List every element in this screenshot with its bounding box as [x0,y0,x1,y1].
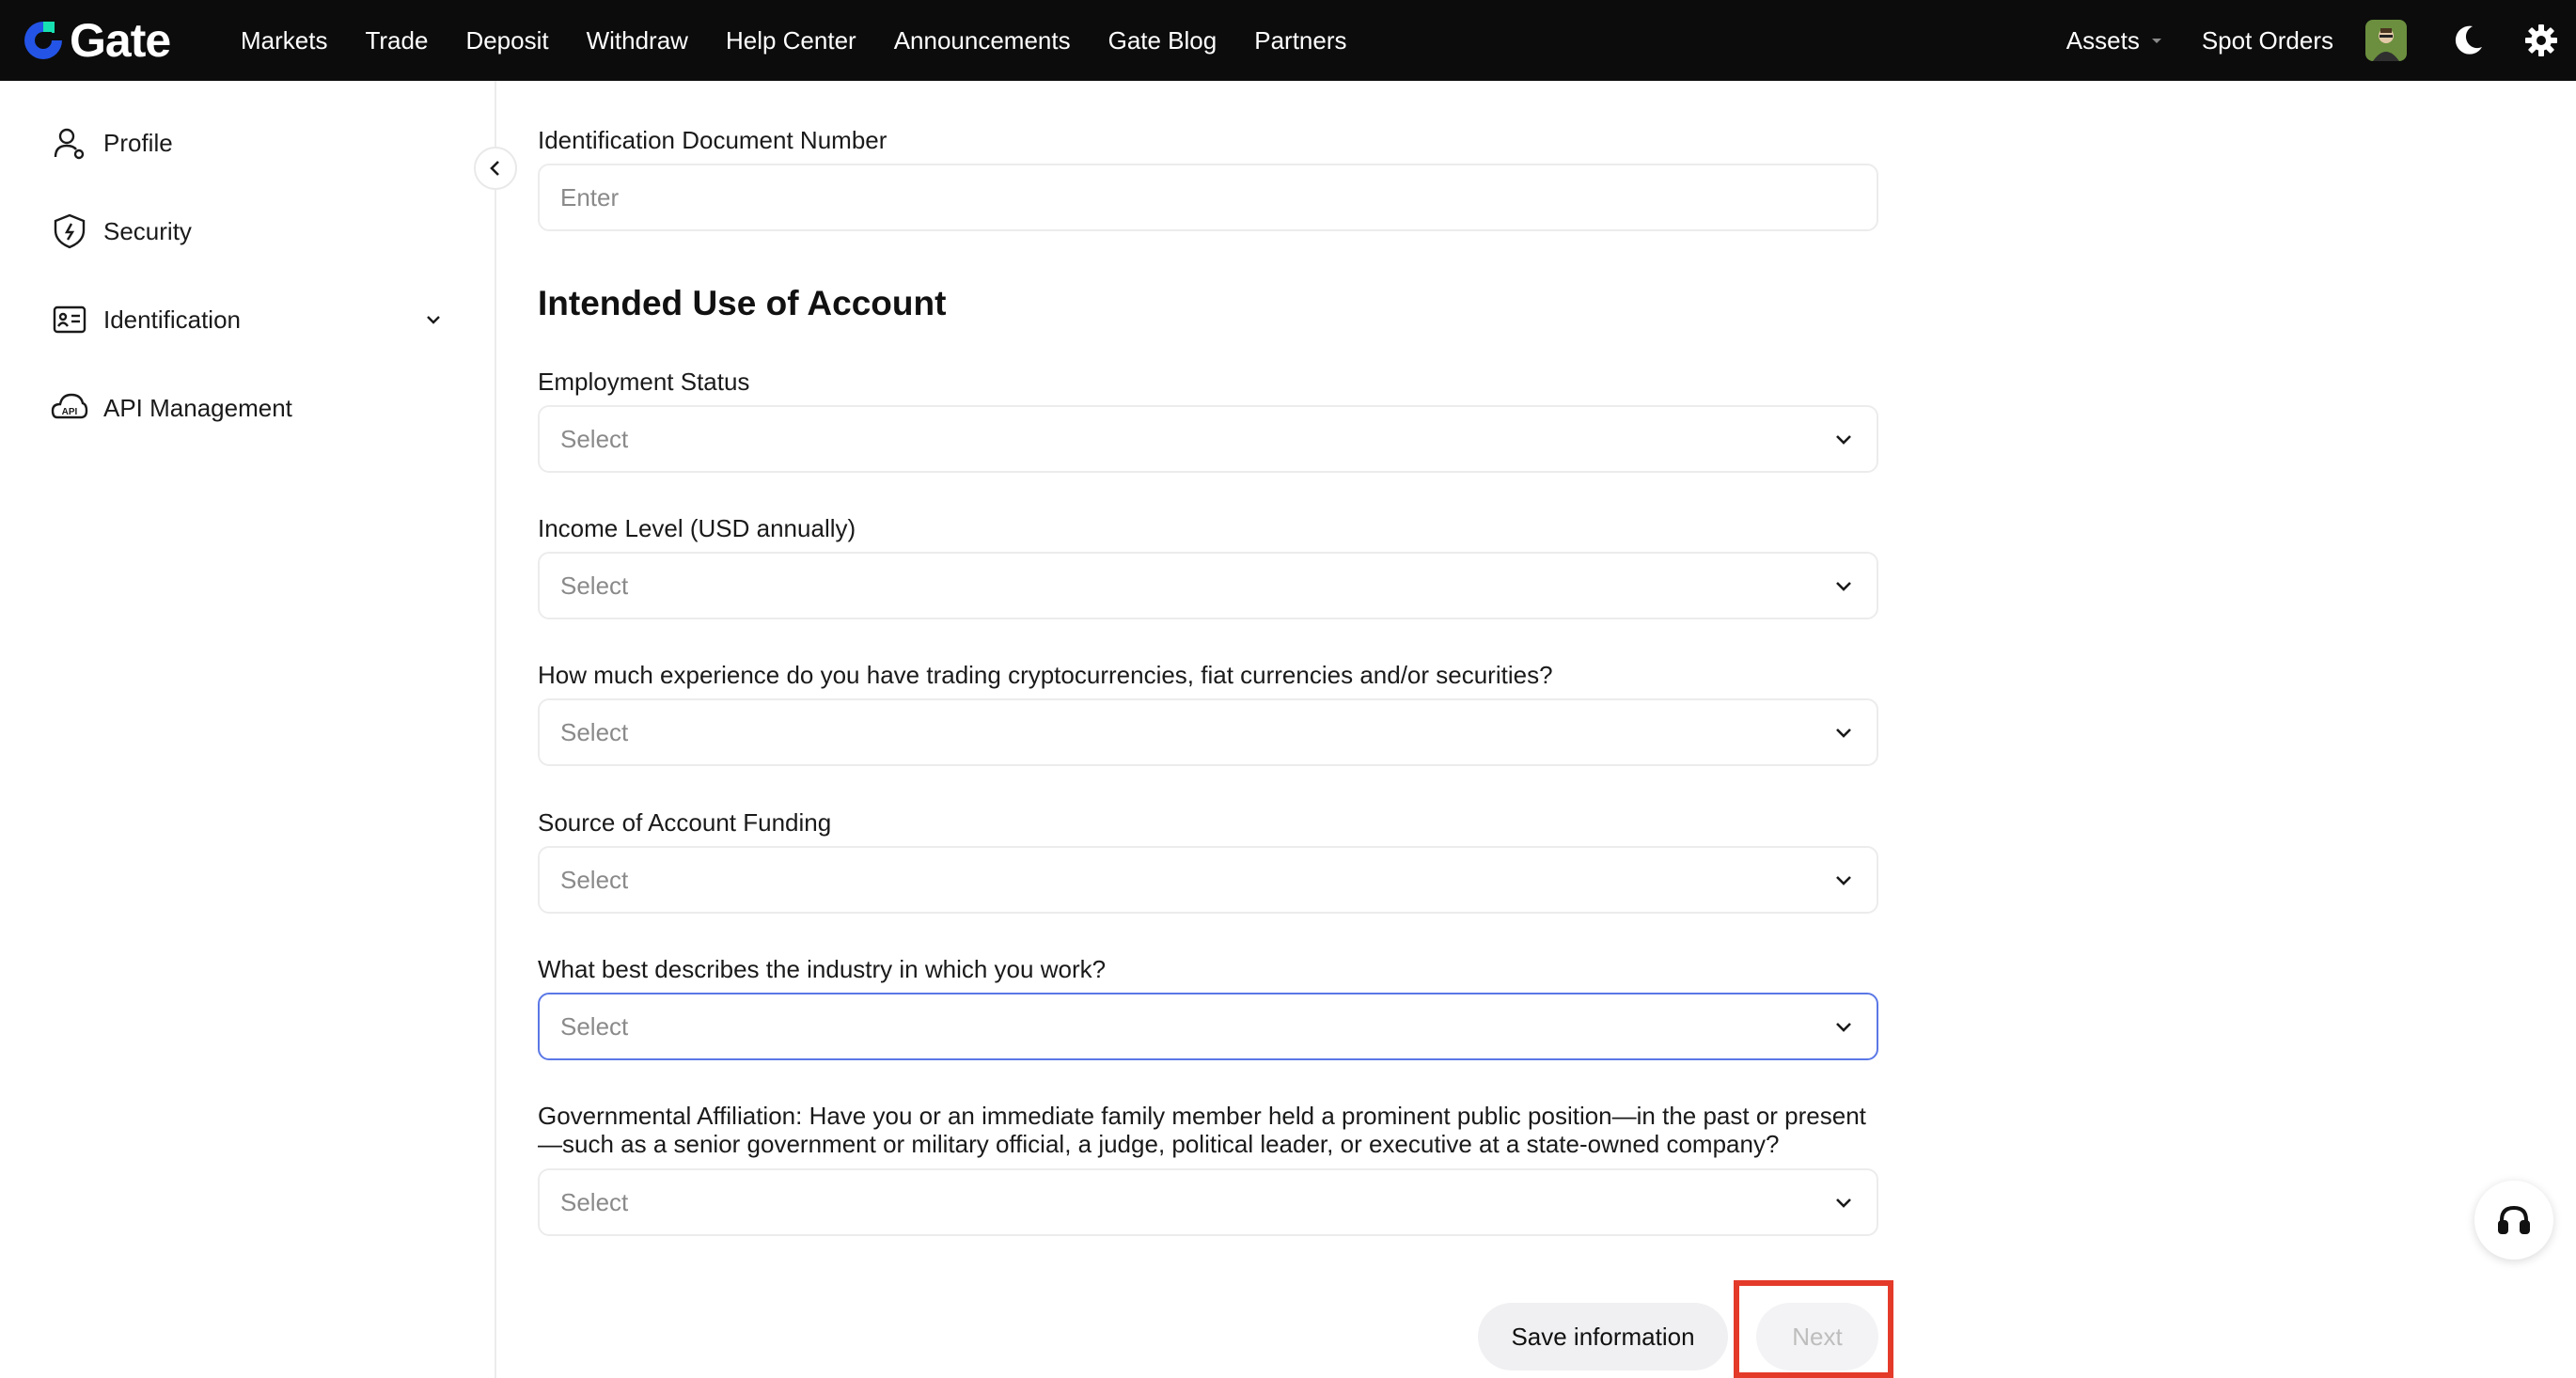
assets-label: Assets [2066,25,2140,55]
moon-icon[interactable] [2450,23,2486,58]
avatar-image [2365,20,2407,61]
spot-orders-link[interactable]: Spot Orders [2202,26,2333,55]
id-card-icon [49,299,90,340]
top-nav-bar: Gate Markets Trade Deposit Withdraw Help… [0,0,2576,81]
shield-icon [49,211,90,252]
main-nav: Markets Trade Deposit Withdraw Help Cent… [241,0,1385,81]
brand-name: Gate [70,14,171,67]
income-level-label: Income Level (USD annually) [538,514,856,542]
nav-help-center[interactable]: Help Center [726,26,856,55]
next-button-highlight [1734,1280,1893,1378]
nav-withdraw[interactable]: Withdraw [587,26,688,55]
sidebar-item-label: Profile [103,128,173,157]
chevron-down-icon [427,316,440,324]
nav-right-group: Assets Spot Orders [2066,0,2576,81]
account-sidebar: Profile Security Identification API API … [0,81,496,1378]
caret-down-icon [2151,39,2161,43]
assets-menu[interactable]: Assets [2066,26,2164,55]
api-icon: API [49,387,90,429]
avatar[interactable] [2365,20,2407,61]
user-icon [49,122,90,164]
employment-status-select[interactable]: Select [538,405,1878,473]
chevron-down-icon [1836,1023,1851,1032]
nav-markets[interactable]: Markets [241,26,327,55]
section-title: Intended Use of Account [538,284,947,322]
industry-label: What best describes the industry in whic… [538,955,1107,983]
chevron-left-icon [490,161,499,176]
employment-status-label: Employment Status [538,368,750,396]
nav-trade[interactable]: Trade [365,26,428,55]
sidebar-item-profile[interactable]: Profile [49,120,173,165]
chevron-down-icon [1836,876,1851,885]
select-value: Select [560,717,629,746]
select-value: Select [560,1011,629,1041]
select-value: Select [560,424,629,453]
customer-support-button[interactable] [2474,1181,2553,1260]
headset-icon [2498,1205,2530,1234]
sidebar-item-label: Security [103,216,192,245]
gate-logo[interactable]: Gate [21,13,171,68]
sidebar-item-identification[interactable]: Identification [49,297,444,342]
chevron-down-icon [1836,435,1851,445]
nav-gate-blog[interactable]: Gate Blog [1108,26,1217,55]
save-information-button[interactable]: Save information [1478,1303,1728,1370]
sidebar-item-security[interactable]: Security [49,209,192,254]
select-value: Select [560,1187,629,1216]
select-value: Select [560,865,629,894]
gate-logo-mark-icon [24,22,62,59]
industry-select[interactable]: Select [538,993,1878,1060]
nav-partners[interactable]: Partners [1254,26,1346,55]
sidebar-item-label: Identification [103,305,241,334]
nav-announcements[interactable]: Announcements [894,26,1071,55]
id-doc-number-input[interactable] [560,165,1877,229]
id-doc-number-label: Identification Document Number [538,126,887,154]
gear-icon[interactable] [2523,23,2559,58]
select-value: Select [560,571,629,600]
nav-deposit[interactable]: Deposit [465,26,548,55]
funding-source-label: Source of Account Funding [538,808,832,837]
experience-label: How much experience do you have trading … [538,661,1553,689]
chevron-down-icon [1836,582,1851,591]
income-level-select[interactable]: Select [538,552,1878,619]
chevron-down-icon [1836,728,1851,738]
gov-affiliation-select[interactable]: Select [538,1168,1878,1236]
experience-select[interactable]: Select [538,698,1878,766]
sidebar-item-label: API Management [103,393,292,422]
sidebar-item-api-management[interactable]: API API Management [49,385,292,431]
collapse-sidebar-button[interactable] [474,147,517,190]
gov-affiliation-label-line1: Governmental Affiliation: Have you or an… [538,1102,1866,1130]
id-doc-number-field[interactable] [538,164,1878,231]
svg-text:API: API [62,407,78,417]
gov-affiliation-label-line2: —such as a senior government or military… [538,1130,1780,1158]
chevron-down-icon [1836,1198,1851,1208]
funding-source-select[interactable]: Select [538,846,1878,914]
